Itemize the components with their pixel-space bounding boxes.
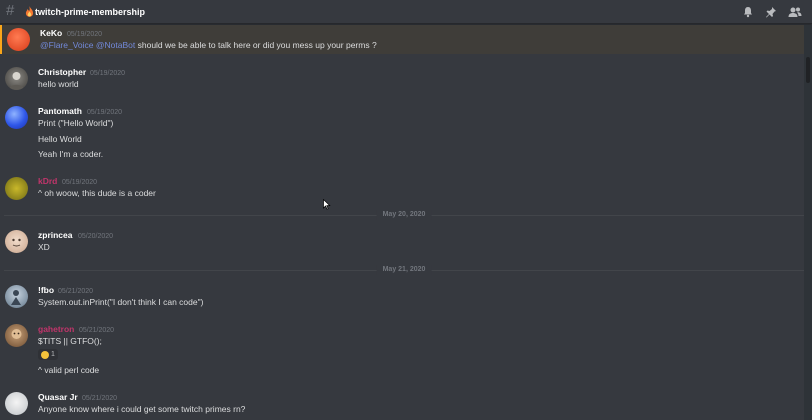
- message-author[interactable]: KeKo: [40, 28, 62, 39]
- message-text: Yeah I'm a coder.: [38, 149, 104, 159]
- message-text: should we be able to talk here or did yo…: [137, 40, 377, 50]
- message: gahetron 05/21/2020 $TITS || GTFO(); 1 ^…: [0, 321, 804, 377]
- message-content: @Flare_Voice @NotaBot should we be able …: [40, 40, 377, 51]
- message-timestamp: 05/20/2020: [78, 232, 114, 240]
- message-timestamp: 05/21/2020: [82, 394, 118, 402]
- white-avatar[interactable]: [5, 392, 28, 415]
- message-timestamp: 05/19/2020: [62, 178, 98, 186]
- message: Christopher 05/19/2020 hello world: [0, 64, 804, 94]
- message-author[interactable]: Pantomath: [38, 106, 82, 117]
- date-divider: May 21, 2020: [4, 265, 804, 275]
- message-list[interactable]: KeKo 05/19/2020 @Flare_Voice @NotaBot sh…: [0, 25, 804, 420]
- message-text: XD: [38, 242, 50, 252]
- message-text: hello world: [38, 79, 79, 89]
- blue-avatar[interactable]: [5, 106, 28, 129]
- message-author[interactable]: kDrd: [38, 176, 57, 187]
- reaction-button[interactable]: 1: [38, 349, 58, 360]
- cartoon-avatar[interactable]: [5, 230, 28, 253]
- mention[interactable]: @NotaBot: [96, 40, 135, 50]
- message-timestamp: 05/19/2020: [90, 69, 126, 77]
- message: KeKo 05/19/2020 @Flare_Voice @NotaBot sh…: [0, 25, 804, 54]
- message-text: Anyone know where i could get some twitc…: [38, 404, 246, 414]
- channel-header: # twitch-prime-membership: [0, 0, 812, 24]
- message-author[interactable]: !fbo: [38, 285, 54, 296]
- message-author[interactable]: zprincea: [38, 230, 73, 241]
- message-author[interactable]: Quasar Jr: [38, 392, 78, 403]
- photo-avatar[interactable]: [5, 67, 28, 90]
- mention[interactable]: @Flare_Voice: [40, 40, 94, 50]
- members-icon[interactable]: [788, 6, 802, 18]
- message: !fbo 05/21/2020 System.out.inPrint("I do…: [0, 282, 804, 312]
- date-divider-label: May 21, 2020: [376, 265, 432, 275]
- message-author[interactable]: Christopher: [38, 67, 86, 78]
- message: Quasar Jr 05/21/2020 Anyone know where i…: [0, 389, 804, 420]
- date-divider-label: May 20, 2020: [376, 210, 432, 220]
- message-text: $TITS || GTFO();: [38, 336, 102, 346]
- scrollbar[interactable]: [804, 25, 812, 420]
- grinning-face-icon: [41, 350, 49, 359]
- olive-avatar[interactable]: [5, 177, 28, 200]
- message-text: ^ valid perl code: [38, 365, 100, 375]
- mouse-cursor-icon: [323, 199, 331, 210]
- message: zprincea 05/20/2020 XD: [0, 227, 804, 257]
- bell-icon[interactable]: [742, 6, 754, 18]
- message-text: System.out.inPrint("I don't think I can …: [38, 297, 204, 307]
- face-avatar[interactable]: [5, 324, 28, 347]
- message-timestamp: 05/19/2020: [87, 108, 123, 116]
- message-text: ^ oh woow, this dude is a coder: [38, 188, 156, 198]
- orange-avatar[interactable]: [7, 28, 30, 51]
- skater-avatar[interactable]: [5, 285, 28, 308]
- date-divider: May 20, 2020: [4, 210, 804, 220]
- message-timestamp: 05/21/2020: [58, 287, 94, 295]
- pin-icon[interactable]: [765, 6, 777, 18]
- reaction-count: 1: [51, 351, 55, 358]
- message-author[interactable]: gahetron: [38, 324, 74, 335]
- message-text: Print ("Hello World"): [38, 118, 114, 128]
- flame-icon: [25, 6, 34, 17]
- channel-name[interactable]: twitch-prime-membership: [35, 6, 145, 18]
- message: Pantomath 05/19/2020 Print ("Hello World…: [0, 103, 804, 163]
- hash-icon: #: [6, 2, 15, 19]
- message-timestamp: 05/21/2020: [79, 326, 115, 334]
- scrollbar-thumb[interactable]: [806, 57, 810, 83]
- message-text: Hello World: [38, 134, 82, 144]
- message-timestamp: 05/19/2020: [67, 30, 103, 38]
- message: kDrd 05/19/2020 ^ oh woow, this dude is …: [0, 173, 804, 203]
